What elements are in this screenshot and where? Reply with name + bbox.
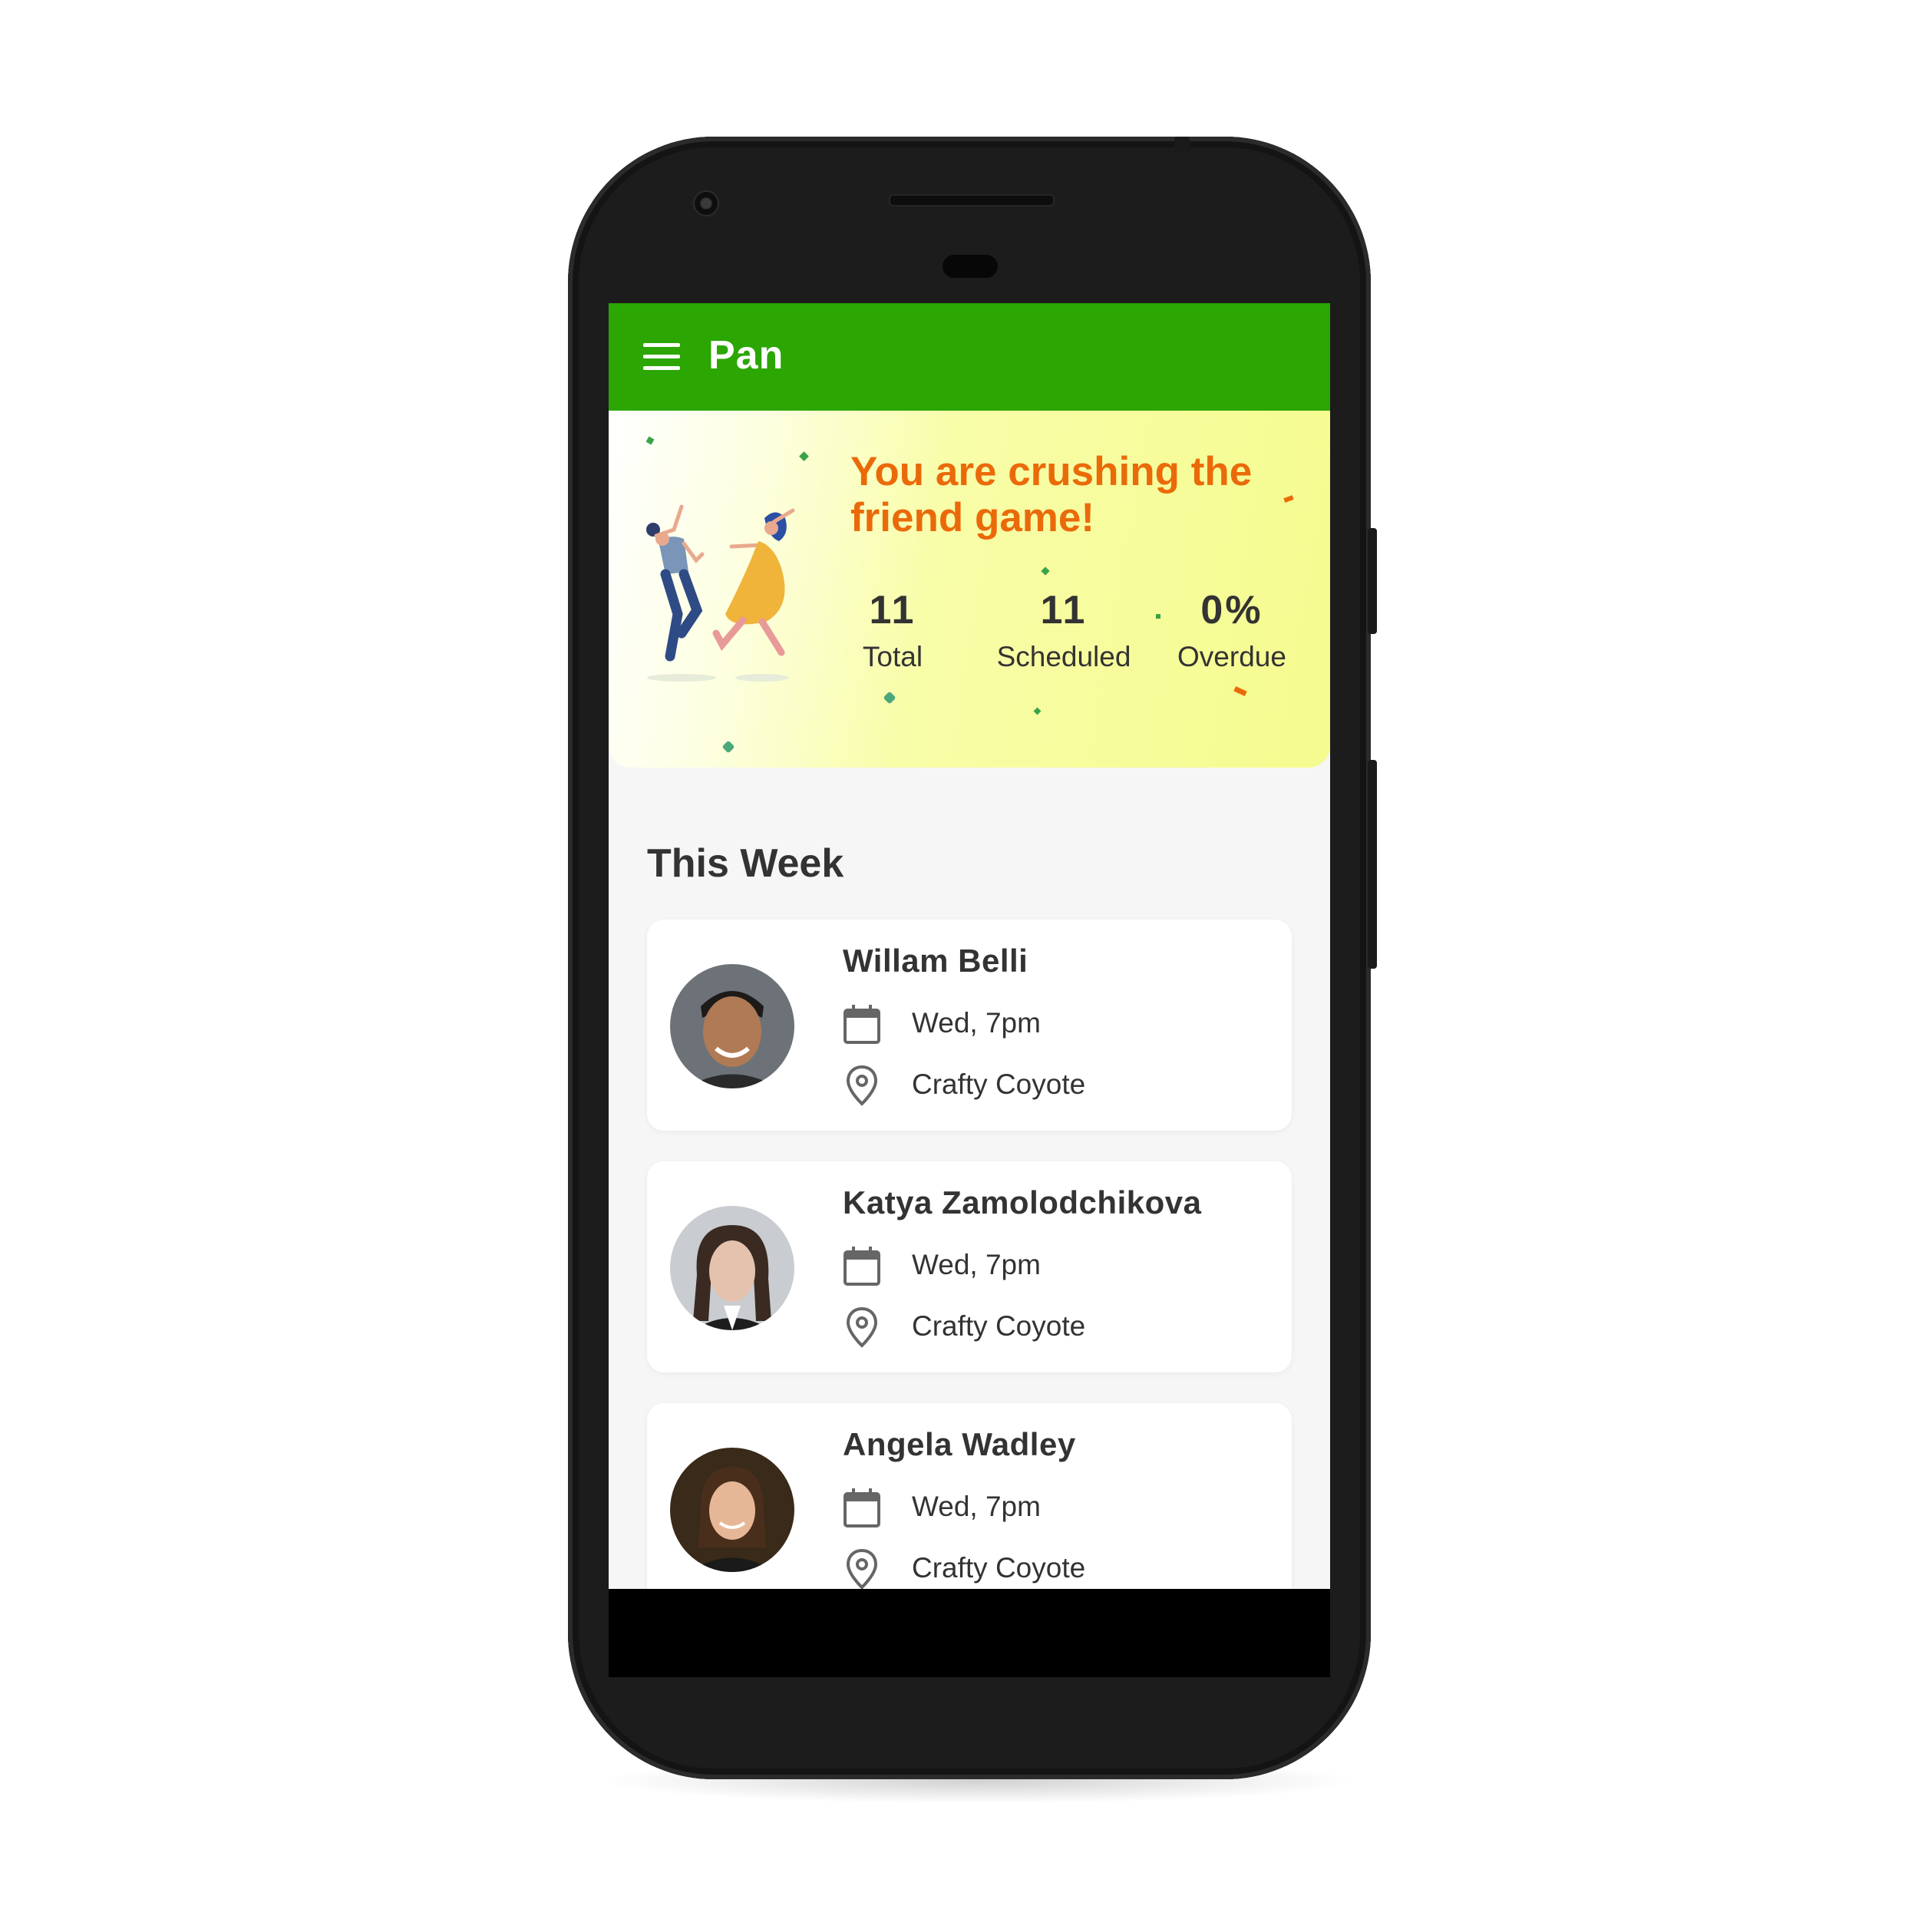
stat-value: 11 (1040, 588, 1088, 632)
friend-name: Katya Zamolodchikova (843, 1184, 1202, 1220)
dancing-friends-illustration (646, 504, 795, 682)
stat-label: Total (862, 641, 923, 672)
proximity-sensor (943, 255, 998, 278)
location-pin-icon (846, 1065, 878, 1106)
confetti (645, 436, 655, 445)
earpiece-speaker (889, 194, 1055, 206)
avatar (670, 1206, 794, 1330)
location-pin-icon (846, 1306, 878, 1348)
stat-value: 0% (1200, 588, 1263, 632)
calendar-icon (844, 1488, 880, 1527)
meeting-time-text: Wed, 7pm (912, 1249, 1041, 1280)
front-camera (693, 190, 719, 216)
achievement-banner: You are crushing the friend game! 11 Tot… (609, 411, 1330, 768)
location-pin-icon (846, 1548, 878, 1589)
stat-label: Overdue (1177, 641, 1286, 672)
calendar-icon (844, 1005, 880, 1044)
volume-button (1368, 760, 1377, 969)
avatar (670, 964, 794, 1088)
stat-total: 11 Total (824, 587, 962, 673)
stat-scheduled: 11 Scheduled (976, 587, 1152, 673)
banner-headline: You are crushing the friend game! (850, 449, 1253, 540)
avatar (670, 1448, 794, 1572)
friend-card[interactable]: Katya Zamolodchikova Wed, 7pm Crafty Coy… (647, 1161, 1292, 1372)
power-button (1368, 528, 1377, 634)
menu-icon[interactable] (643, 343, 680, 371)
confetti (883, 691, 896, 705)
friend-card[interactable]: Willam Belli Wed, 7pm Crafty Coyote (647, 920, 1292, 1131)
stat-label: Scheduled (996, 641, 1131, 672)
friend-name: Angela Wadley (843, 1426, 1076, 1462)
meeting-place-text: Crafty Coyote (912, 1552, 1086, 1584)
calendar-icon (844, 1247, 880, 1286)
app-bar: Pan (609, 303, 1330, 411)
app-title: Pan (708, 333, 784, 378)
meeting-place-text: Crafty Coyote (912, 1310, 1086, 1342)
stat-overdue: 0% Overdue (1155, 587, 1309, 673)
meeting-place-text: Crafty Coyote (912, 1068, 1086, 1100)
stat-value: 11 (869, 588, 916, 632)
confetti (1233, 685, 1247, 697)
section-title: This Week (647, 841, 844, 886)
friend-name: Willam Belli (843, 943, 1028, 979)
app-screen: Pan You are crushing the friend game! 11… (609, 303, 1330, 1589)
confetti (1033, 707, 1042, 715)
meeting-time-text: Wed, 7pm (912, 1491, 1041, 1522)
confetti (1041, 566, 1050, 576)
confetti (1283, 495, 1294, 503)
confetti (799, 451, 809, 461)
meeting-time-text: Wed, 7pm (912, 1007, 1041, 1039)
confetti (721, 740, 735, 754)
frame-notch (1174, 137, 1190, 152)
friend-card[interactable]: Angela Wadley Wed, 7pm Crafty Coyote (647, 1403, 1292, 1589)
screen-bottom-area (609, 1589, 1330, 1677)
